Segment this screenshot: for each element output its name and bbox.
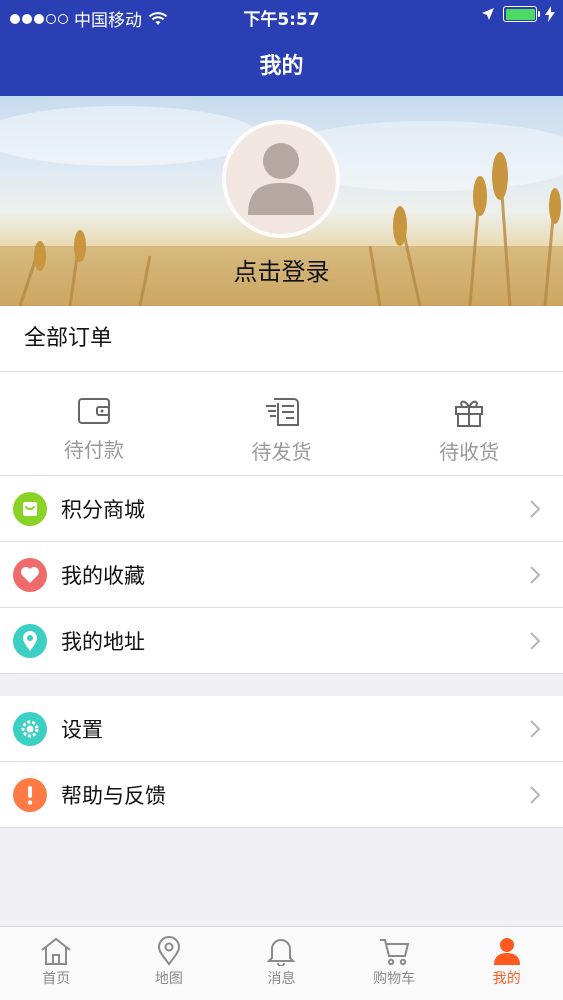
tab-cart[interactable]: 购物车 — [338, 927, 451, 1000]
chevron-right-icon — [530, 500, 541, 518]
tab-bar: 首页 地图 消息 购物车 我的 — [0, 926, 563, 1000]
avatar[interactable] — [222, 120, 340, 238]
tab-label: 购物车 — [373, 971, 416, 987]
battery-icon — [503, 6, 540, 22]
gift-icon — [455, 400, 484, 427]
bell-icon — [267, 939, 296, 966]
menu-label: 积分商城 — [61, 497, 145, 522]
exclamation-icon — [13, 777, 47, 812]
profile-header: 点击登录 — [0, 96, 563, 306]
orders-section: 全部订单 待付款 待发货 待收货 — [0, 306, 563, 476]
all-orders-link[interactable]: 全部订单 — [0, 306, 563, 372]
menu-item-help-feedback[interactable]: 帮助与反馈 — [0, 762, 563, 828]
status-right — [481, 6, 555, 22]
tab-label: 地图 — [154, 971, 183, 987]
order-item-label: 待收货 — [439, 440, 500, 464]
menu-item-points-mall[interactable]: 积分商城 — [0, 476, 563, 542]
location-arrow-icon — [482, 8, 494, 20]
location-pin-icon — [13, 623, 47, 658]
tab-label: 消息 — [267, 971, 296, 987]
top-bar: 中国移动 下午5:57 我的 — [0, 0, 563, 96]
home-icon — [41, 937, 71, 965]
charging-bolt-icon — [545, 6, 555, 22]
menu-group-2: 设置 帮助与反馈 — [0, 696, 563, 828]
menu-item-settings[interactable]: 设置 — [0, 696, 563, 762]
chevron-right-icon — [530, 632, 541, 650]
chevron-right-icon — [530, 786, 541, 804]
menu-item-favorites[interactable]: 我的收藏 — [0, 542, 563, 608]
wallet-icon — [77, 398, 110, 424]
menu-item-address[interactable]: 我的地址 — [0, 608, 563, 674]
chevron-right-icon — [530, 720, 541, 738]
menu-group-1: 积分商城 我的收藏 我的地址 — [0, 476, 563, 674]
shipping-doc-icon — [265, 398, 299, 426]
tab-home[interactable]: 首页 — [0, 927, 113, 1000]
login-link[interactable]: 点击登录 — [0, 252, 563, 287]
menu-label: 帮助与反馈 — [61, 783, 166, 808]
tab-mine[interactable]: 我的 — [450, 927, 563, 1000]
shopping-bag-icon — [13, 491, 47, 526]
user-icon — [493, 938, 520, 965]
cart-icon — [380, 939, 410, 966]
status-bar: 中国移动 下午5:57 — [0, 0, 563, 32]
order-pending-shipment[interactable]: 待发货 — [188, 372, 376, 475]
order-pending-receipt[interactable]: 待收货 — [375, 372, 563, 475]
order-pending-payment[interactable]: 待付款 — [0, 372, 188, 475]
tab-label: 我的 — [492, 971, 521, 987]
menu-label: 设置 — [61, 717, 103, 742]
tab-map[interactable]: 地图 — [113, 927, 226, 1000]
menu-label: 我的收藏 — [61, 563, 145, 588]
order-status-row: 待付款 待发货 待收货 — [0, 372, 563, 476]
menu-label: 我的地址 — [61, 629, 145, 654]
status-time: 下午5:57 — [243, 10, 320, 30]
tab-messages[interactable]: 消息 — [225, 927, 338, 1000]
order-item-label: 待发货 — [251, 440, 312, 464]
page-title: 我的 — [259, 54, 304, 79]
heart-icon — [13, 557, 47, 592]
map-pin-icon — [157, 936, 180, 966]
gear-icon — [13, 711, 47, 746]
order-item-label: 待付款 — [63, 438, 124, 462]
chevron-right-icon — [530, 566, 541, 584]
tab-label: 首页 — [42, 971, 71, 987]
user-placeholder-icon — [248, 143, 314, 215]
